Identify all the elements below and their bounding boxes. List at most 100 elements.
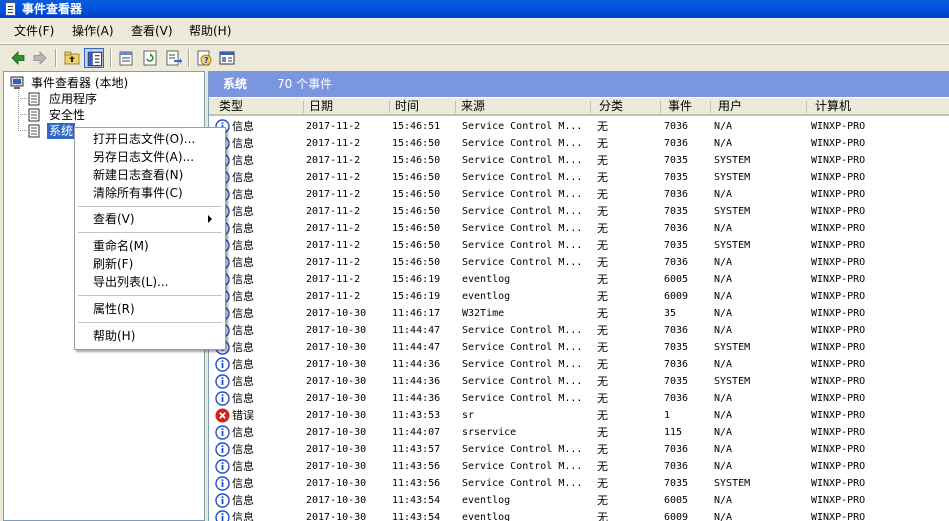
event-id-cell: 7036 bbox=[664, 461, 689, 472]
event-row[interactable]: 信息 2017-10-30 11:44:47 Service Control M...… bbox=[209, 322, 949, 339]
type-cell: 信息 bbox=[232, 358, 254, 371]
event-row[interactable]: 信息 2017-11-2 15:46:19 eventlog 无 6005 N/A WINXP… bbox=[209, 271, 949, 288]
menu-view[interactable]: 查看(V) bbox=[131, 24, 173, 38]
event-row[interactable]: 信息 2017-10-30 11:44:36 Service Control M...… bbox=[209, 356, 949, 373]
export-icon[interactable] bbox=[163, 48, 183, 68]
event-id-cell: 1 bbox=[664, 410, 671, 421]
event-row[interactable]: 信息 2017-10-30 11:43:56 Service Control M...… bbox=[209, 458, 949, 475]
type-cell: 信息 bbox=[232, 154, 254, 167]
event-id-cell: 7035 bbox=[664, 172, 689, 183]
menu-help[interactable]: 帮助(H) bbox=[93, 328, 135, 344]
event-row[interactable]: 信息 2017-11-2 15:46:50 Service Control M... 无… bbox=[209, 220, 949, 237]
event-id-cell: 115 bbox=[664, 427, 683, 438]
column-divider[interactable] bbox=[806, 101, 807, 113]
event-row[interactable]: 信息 2017-11-2 15:46:50 Service Control M... 无… bbox=[209, 169, 949, 186]
menu-refresh[interactable]: 刷新(F) bbox=[93, 256, 133, 272]
event-row[interactable]: 信息 2017-11-2 15:46:19 eventlog 无 6009 N/A WINXP… bbox=[209, 288, 949, 305]
info-icon bbox=[215, 442, 230, 457]
column-header-type[interactable]: 类型 bbox=[215, 98, 243, 116]
event-row[interactable]: 信息 2017-11-2 15:46:50 Service Control M... 无… bbox=[209, 203, 949, 220]
menu-view-submenu[interactable]: 查看(V) bbox=[93, 211, 221, 227]
event-row[interactable]: 信息 2017-11-2 15:46:50 Service Control M... 无… bbox=[209, 186, 949, 203]
column-header-event[interactable]: 事件 bbox=[664, 98, 692, 116]
refresh-icon[interactable] bbox=[140, 48, 160, 68]
forward-arrow-icon[interactable] bbox=[30, 48, 50, 68]
event-id-cell: 7035 bbox=[664, 342, 689, 353]
category-cell: 无 bbox=[597, 273, 608, 286]
menu-help[interactable]: 帮助(H) bbox=[189, 24, 231, 38]
menu-save-log-file[interactable]: 另存日志文件(A)... bbox=[93, 149, 194, 165]
column-divider[interactable] bbox=[455, 101, 456, 113]
event-row[interactable]: 信息 2017-10-30 11:46:17 W32Time 无 35 N/A WINXP-P… bbox=[209, 305, 949, 322]
event-row[interactable]: 信息 2017-10-30 11:43:54 eventlog 无 6009 N/A WINX… bbox=[209, 509, 949, 521]
event-id-cell: 7035 bbox=[664, 376, 689, 387]
time-cell: 15:46:50 bbox=[392, 223, 441, 234]
show-tree-icon[interactable] bbox=[84, 48, 104, 68]
user-cell: N/A bbox=[714, 495, 733, 506]
event-row[interactable]: 信息 2017-10-30 11:43:56 Service Control M...… bbox=[209, 475, 949, 492]
category-cell: 无 bbox=[597, 494, 608, 507]
column-divider[interactable] bbox=[590, 101, 591, 113]
date-cell: 2017-10-30 bbox=[306, 393, 367, 404]
column-divider[interactable] bbox=[660, 101, 661, 113]
event-row[interactable]: 信息 2017-11-2 15:46:51 Service Control M... 无… bbox=[209, 118, 949, 135]
event-row[interactable]: 信息 2017-11-2 15:46:50 Service Control M... 无… bbox=[209, 254, 949, 271]
computer-cell: WINXP-PRO bbox=[811, 257, 866, 268]
date-cell: 2017-10-30 bbox=[306, 376, 367, 387]
event-row[interactable]: 信息 2017-10-30 11:44:36 Service Control M...… bbox=[209, 390, 949, 407]
category-cell: 无 bbox=[597, 358, 608, 371]
event-row[interactable]: 信息 2017-10-30 11:44:47 Service Control M...… bbox=[209, 339, 949, 356]
column-header-date[interactable]: 日期 bbox=[305, 98, 333, 116]
menu-rename[interactable]: 重命名(M) bbox=[93, 238, 149, 254]
column-header-source[interactable]: 来源 bbox=[457, 98, 485, 116]
type-cell: 信息 bbox=[232, 273, 254, 286]
category-cell: 无 bbox=[597, 341, 608, 354]
computer-cell: WINXP-PRO bbox=[811, 308, 866, 319]
type-cell: 信息 bbox=[232, 120, 254, 133]
event-row[interactable]: 信息 2017-10-30 11:43:54 eventlog 无 6005 N/A WINX… bbox=[209, 492, 949, 509]
back-arrow-icon[interactable] bbox=[8, 48, 28, 68]
menu-new-log-view[interactable]: 新建日志查看(N) bbox=[93, 167, 183, 183]
event-row[interactable]: 信息 2017-10-30 11:44:36 Service Control M...… bbox=[209, 373, 949, 390]
time-cell: 15:46:50 bbox=[392, 206, 441, 217]
column-divider[interactable] bbox=[303, 101, 304, 113]
menu-open-log-file[interactable]: 打开日志文件(O)... bbox=[93, 131, 195, 147]
category-cell: 无 bbox=[597, 443, 608, 456]
help-icon[interactable]: ? bbox=[194, 48, 214, 68]
source-cell: Service Control M... bbox=[462, 359, 583, 370]
menu-export-list[interactable]: 导出列表(L)... bbox=[93, 274, 169, 290]
up-folder-icon[interactable] bbox=[62, 48, 82, 68]
time-cell: 15:46:19 bbox=[392, 291, 441, 302]
event-row[interactable]: 信息 2017-10-30 11:44:07 srservice 无 115 N/A WINX… bbox=[209, 424, 949, 441]
event-row[interactable]: 信息 2017-11-2 15:46:50 Service Control M... 无… bbox=[209, 152, 949, 169]
event-row[interactable]: 信息 2017-10-30 11:43:57 Service Control M...… bbox=[209, 441, 949, 458]
svg-text:?: ? bbox=[204, 56, 209, 65]
event-row[interactable]: 信息 2017-11-2 15:46:50 Service Control M... 无… bbox=[209, 135, 949, 152]
column-divider[interactable] bbox=[710, 101, 711, 113]
event-id-cell: 7036 bbox=[664, 359, 689, 370]
menu-clear-all-events[interactable]: 清除所有事件(C) bbox=[93, 185, 183, 201]
column-header-computer[interactable]: 计算机 bbox=[811, 98, 851, 116]
menu-action[interactable]: 操作(A) bbox=[72, 24, 114, 38]
column-header-user[interactable]: 用户 bbox=[714, 98, 742, 116]
date-cell: 2017-11-2 bbox=[306, 257, 361, 268]
menu-properties[interactable]: 属性(R) bbox=[93, 301, 135, 317]
menu-file[interactable]: 文件(F) bbox=[14, 24, 54, 38]
event-row[interactable]: 信息 2017-11-2 15:46:50 Service Control M... 无… bbox=[209, 237, 949, 254]
date-cell: 2017-11-2 bbox=[306, 172, 361, 183]
column-header-time[interactable]: 时间 bbox=[391, 98, 419, 116]
properties-icon[interactable] bbox=[116, 48, 136, 68]
event-count: 70 个事件 bbox=[277, 77, 333, 91]
event-row[interactable]: 错误 2017-10-30 11:43:53 sr 无 1 N/A WINXP-PRO bbox=[209, 407, 949, 424]
computer-cell: WINXP-PRO bbox=[811, 206, 866, 217]
event-id-cell: 6009 bbox=[664, 512, 689, 521]
tree-item-label: 安全性 bbox=[49, 108, 86, 122]
info-icon bbox=[215, 425, 230, 440]
column-divider[interactable] bbox=[389, 101, 390, 113]
time-cell: 15:46:50 bbox=[392, 172, 441, 183]
category-cell: 无 bbox=[597, 256, 608, 269]
category-cell: 无 bbox=[597, 409, 608, 422]
console-icon[interactable] bbox=[217, 48, 237, 68]
type-cell: 信息 bbox=[232, 239, 254, 252]
column-header-category[interactable]: 分类 bbox=[595, 98, 623, 116]
